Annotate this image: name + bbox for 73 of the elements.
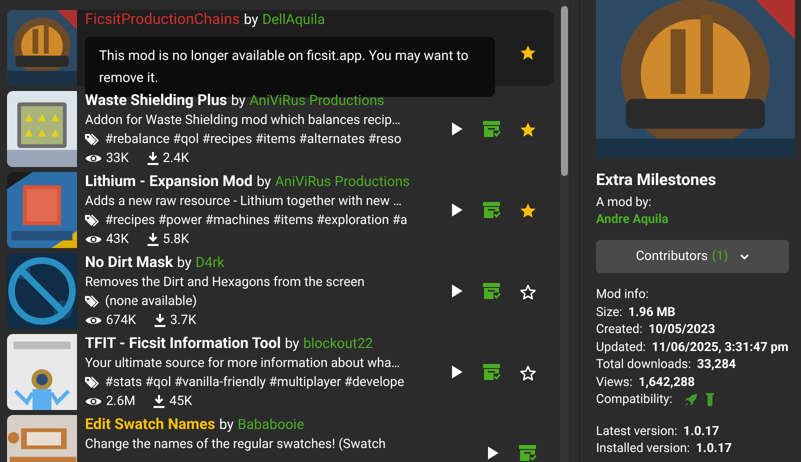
eye-icon xyxy=(85,315,102,326)
info-value: 11/06/2025, 3:31:47 pm xyxy=(652,338,788,356)
info-value: 1.0.17 xyxy=(696,440,732,458)
author-link[interactable]: Andre Aquila xyxy=(596,211,795,228)
download-icon xyxy=(153,395,166,408)
tag-icon xyxy=(85,133,100,146)
download-icon xyxy=(146,233,159,246)
tag-icon xyxy=(85,295,100,308)
test-tube-icon xyxy=(706,392,714,407)
eye-icon xyxy=(85,153,102,164)
info-value: 1.0.17 xyxy=(683,422,720,440)
mod-description: Adds a new raw resource - Lithium together with new … xyxy=(85,193,403,211)
tag-icon xyxy=(85,376,100,389)
mod-description: Addon for Waste Shielding mod which balances recip… xyxy=(85,112,402,130)
eye-icon xyxy=(85,396,102,407)
view-count: 43K xyxy=(106,231,129,249)
author-link[interactable]: blockout22 xyxy=(303,335,373,354)
info-label: Latest version: xyxy=(596,422,678,440)
author-link[interactable]: AniViRus Productions xyxy=(274,173,410,192)
info-label: Created: xyxy=(596,321,642,338)
info-value: 1.96 MB xyxy=(628,304,676,321)
author-link[interactable]: D4rk xyxy=(195,254,224,273)
download-count: 45K xyxy=(169,393,192,411)
tag-list: (none available) xyxy=(105,292,197,311)
tag-list: #rebalance #qol #recipes #items #alternates #reso xyxy=(105,130,402,149)
tag-list: #recipes #power #machines #items #exploration #a xyxy=(105,211,408,230)
archive-check-button[interactable] xyxy=(482,200,502,220)
info-label: Total downloads: xyxy=(596,356,691,374)
by-label: by xyxy=(219,416,234,435)
author-link[interactable]: DellAquila xyxy=(262,11,325,30)
download-count: 3.7K xyxy=(170,312,196,330)
tag-list: #stats #qol #vanilla-friendly #multiplayer #develope xyxy=(105,373,404,392)
by-label: by xyxy=(284,335,300,354)
info-label: Views: xyxy=(596,374,632,391)
mod-title[interactable]: FicsitProductionChains xyxy=(85,10,240,29)
mod-title[interactable]: Edit Swatch Names xyxy=(85,415,216,434)
mod-title[interactable]: No Dirt Mask xyxy=(85,253,174,272)
rocket-icon xyxy=(684,392,698,407)
mod-title[interactable]: TFIT - Ficsit Information Tool xyxy=(85,334,281,353)
info-label: Updated: xyxy=(596,338,646,356)
chevron-down-icon xyxy=(740,254,750,260)
info-value: 10/05/2023 xyxy=(648,321,716,338)
view-count: 33K xyxy=(106,150,129,168)
mod-title[interactable]: Lithium - Expansion Mod xyxy=(85,172,253,191)
info-label: Installed version: xyxy=(596,440,690,458)
by-label: by xyxy=(244,11,258,30)
scrollbar[interactable] xyxy=(561,6,568,176)
info-heading: Mod info: xyxy=(596,286,650,304)
mod-description: Change the names of the regular swatches! (Swatch xyxy=(85,436,387,454)
download-count: 2.4K xyxy=(162,150,189,168)
archive-check-button[interactable] xyxy=(482,119,502,139)
tag-icon xyxy=(85,214,100,227)
eye-icon xyxy=(85,234,102,245)
author-link[interactable]: Bababooie xyxy=(238,416,304,435)
mod-description: Removes the Dirt and Hexagons from the screen xyxy=(85,274,366,292)
info-value: 1,642,288 xyxy=(638,374,695,391)
archive-check-button[interactable] xyxy=(482,362,502,382)
contributors-button[interactable]: Contributors (1) xyxy=(596,240,789,273)
download-icon xyxy=(154,314,166,327)
by-label: by xyxy=(256,173,271,192)
view-count: 2.6M xyxy=(106,393,136,411)
download-count: 5.8K xyxy=(162,231,189,249)
info-value: 33,284 xyxy=(696,356,736,374)
archive-check-button[interactable] xyxy=(518,443,538,462)
download-icon xyxy=(146,152,159,165)
mod-title: Extra Milestones xyxy=(596,170,718,190)
view-count: 674K xyxy=(106,312,136,330)
byline: A mod by: xyxy=(596,194,652,211)
archive-check-button[interactable] xyxy=(482,281,502,301)
mod-description: Your ultimate source for more information about wha… xyxy=(85,355,401,373)
info-label: Size: xyxy=(596,304,622,321)
by-label: by xyxy=(177,254,192,273)
info-label: Compatibility: xyxy=(596,391,672,408)
